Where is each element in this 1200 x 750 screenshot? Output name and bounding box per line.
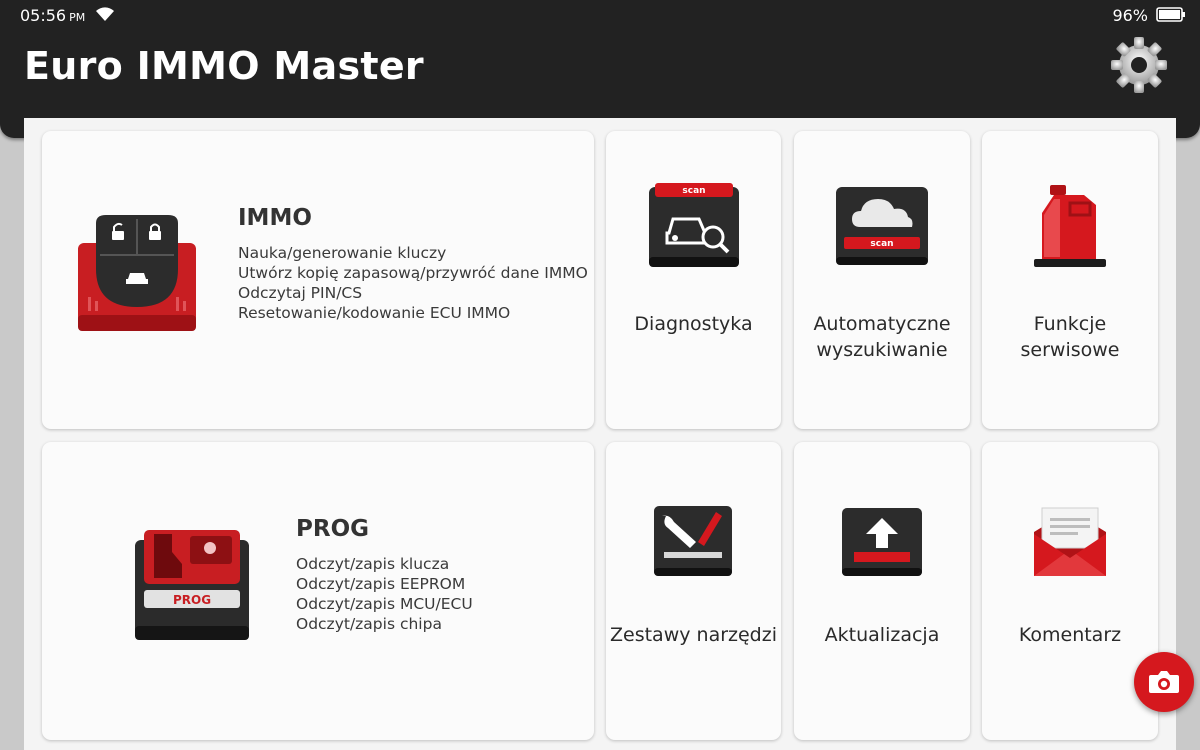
car-key-fob-icon (78, 215, 196, 331)
status-time: 05:56 PM (20, 6, 86, 25)
feedback-label: Komentarz (1018, 624, 1122, 646)
toolkits-tile[interactable]: Zestawy narzędzi (606, 442, 781, 740)
immo-title: IMMO (238, 205, 312, 231)
prog-title: PROG (296, 516, 369, 542)
immo-tile[interactable]: IMMO Nauka/generowanie kluczy Utwórz kop… (42, 131, 594, 429)
car-scan-icon: scan (649, 183, 739, 267)
settings-button[interactable] (1108, 34, 1170, 96)
immo-line: Resetowanie/kodowanie ECU IMMO (238, 304, 511, 322)
gear-icon (1111, 37, 1167, 93)
status-ampm: PM (69, 11, 86, 24)
diagnostics-tile[interactable]: scan Diagnostyka (606, 131, 781, 429)
immo-line: Utwórz kopię zapasową/przywróć dane IMMO (238, 264, 588, 282)
update-label: Aktualizacja (824, 624, 940, 646)
scan-badge: scan (870, 239, 893, 249)
service-functions-tile[interactable]: Funkcje serwisowe (982, 131, 1158, 429)
battery-percent: 96% (1112, 6, 1148, 25)
prog-line: Odczyt/zapis klucza (296, 555, 450, 573)
envelope-icon (1034, 507, 1106, 576)
update-tile[interactable]: Aktualizacja (794, 442, 970, 740)
auto-search-label-line2: wyszukiwanie (816, 339, 948, 361)
prog-line: Odczyt/zapis MCU/ECU (296, 595, 473, 613)
screenshot-camera-button[interactable] (1134, 652, 1194, 712)
auto-search-label-line1: Automatyczne (813, 313, 951, 335)
programmer-device-icon: PROG (135, 530, 249, 640)
auto-search-tile[interactable]: scan Automatyczne wyszukiwanie (794, 131, 970, 429)
diagnostics-label: Diagnostyka (634, 313, 753, 335)
immo-line: Odczytaj PIN/CS (238, 284, 363, 302)
oil-canister-icon (1034, 185, 1106, 267)
feedback-tile[interactable]: Komentarz (982, 442, 1158, 740)
camera-icon (1149, 671, 1179, 693)
immo-line: Nauka/generowanie kluczy (238, 244, 447, 262)
service-label-line1: Funkcje (1033, 313, 1107, 335)
service-label-line2: serwisowe (1020, 339, 1120, 361)
prog-tile[interactable]: PROG PROG Odczyt/zapis klucza Odczyt/zap… (42, 442, 594, 740)
wifi-icon (96, 7, 114, 21)
prog-badge: PROG (173, 593, 211, 607)
page-title: Euro IMMO Master (24, 44, 424, 88)
status-bar: 05:56 PM 96% (0, 0, 1200, 30)
wrench-screwdriver-icon (654, 506, 732, 576)
cloud-scan-icon: scan (836, 187, 928, 265)
upload-arrow-icon (842, 508, 922, 576)
battery-icon (1156, 7, 1185, 22)
prog-line: Odczyt/zapis chipa (296, 615, 442, 633)
toolkits-label: Zestawy narzędzi (610, 624, 777, 646)
prog-line: Odczyt/zapis EEPROM (296, 575, 466, 593)
scan-badge: scan (682, 186, 705, 196)
